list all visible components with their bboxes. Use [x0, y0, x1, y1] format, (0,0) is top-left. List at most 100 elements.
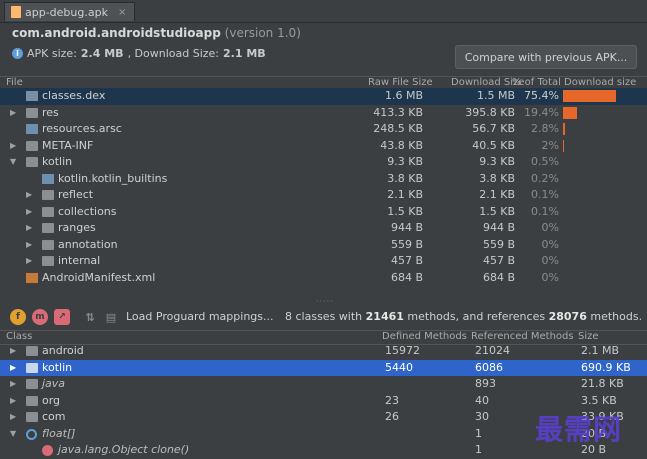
expand-arrow-icon[interactable]: ▶ — [26, 190, 32, 199]
expand-arrow-icon[interactable]: ▶ — [10, 379, 16, 388]
table-row[interactable]: ▶ kotlin 5440 6086 690.9 KB — [0, 359, 647, 376]
raw-size: 944 B — [390, 221, 423, 234]
referenced-methods: 40 — [475, 393, 489, 407]
percent-total: 0.2% — [531, 171, 559, 185]
expand-arrow-icon[interactable]: ▶ — [26, 207, 32, 216]
file-name: resources.arsc — [42, 122, 122, 135]
folder-icon — [42, 190, 54, 200]
file-name: META-INF — [42, 138, 94, 152]
percent-total: 19.4% — [524, 105, 559, 119]
class-name: com — [42, 410, 66, 423]
table-row[interactable]: AndroidManifest.xml 684 B 684 B 0% — [0, 270, 647, 287]
download-size: 9.3 KB — [479, 155, 515, 168]
class-name: android — [42, 344, 84, 357]
expand-arrow-icon[interactable]: ▶ — [26, 223, 32, 232]
col-download-size-bar[interactable]: Download size — [564, 77, 636, 88]
raw-size: 9.3 KB — [387, 155, 423, 168]
show-methods-icon[interactable]: m — [32, 309, 48, 325]
table-row[interactable]: ▶ ranges 944 B 944 B 0% — [0, 220, 647, 237]
referenced-methods: 6086 — [475, 360, 503, 374]
folder-icon — [42, 206, 54, 217]
download-size: 1.5 KB — [479, 204, 515, 218]
close-icon[interactable]: × — [118, 7, 126, 18]
expand-arrow-icon[interactable]: ▶ — [10, 412, 16, 421]
builtins-file-icon — [42, 173, 54, 184]
collapse-arrow-icon[interactable]: ▼ — [10, 157, 16, 166]
panel-splitter[interactable]: ····· — [0, 297, 647, 306]
download-size: 56.7 KB — [472, 122, 515, 135]
show-fields-icon[interactable]: f — [10, 309, 26, 325]
summary-pre: 8 classes with — [285, 310, 366, 323]
col-referenced-methods[interactable]: Referenced Methods — [471, 331, 574, 342]
info-icon: i — [12, 48, 23, 59]
download-size: 457 B — [482, 254, 515, 267]
filter-icon[interactable]: ⇅ — [82, 309, 98, 325]
download-size: 559 B — [482, 237, 515, 251]
folder-icon — [26, 157, 38, 167]
size-bar — [563, 106, 577, 119]
table-row[interactable]: ▶ annotation 559 B 559 B 0% — [0, 237, 647, 254]
package-name: com.android.androidstudioapp — [12, 26, 221, 40]
download-size: 3.8 KB — [479, 171, 515, 185]
referenced-methods: 1 — [475, 443, 482, 456]
mapping-file-icon[interactable]: ▤ — [103, 309, 119, 325]
show-references-icon[interactable]: ↗ — [54, 309, 70, 325]
apk-file-icon — [11, 6, 21, 18]
expand-arrow-icon[interactable]: ▶ — [10, 346, 16, 355]
package-icon — [26, 346, 38, 356]
col-size[interactable]: Size — [578, 331, 599, 342]
class-name: org — [42, 393, 61, 407]
expand-arrow-icon[interactable]: ▶ — [10, 108, 16, 117]
expand-arrow-icon[interactable]: ▶ — [26, 240, 32, 249]
referenced-methods: 30 — [475, 410, 489, 423]
col-raw-file-size[interactable]: Raw File Size — [368, 77, 433, 88]
col-file[interactable]: File — [6, 77, 23, 88]
table-row[interactable]: resources.arsc 248.5 KB 56.7 KB 2.8% — [0, 121, 647, 138]
table-row[interactable]: ▼ kotlin 9.3 KB 9.3 KB 0.5% — [0, 154, 647, 171]
table-row[interactable]: ▶ android 15972 21024 2.1 MB — [0, 343, 647, 360]
expand-arrow-icon[interactable]: ▶ — [10, 396, 16, 405]
collapse-arrow-icon[interactable]: ▼ — [10, 429, 16, 438]
percent-total: 75.4% — [524, 89, 559, 102]
tab-label: app-debug.apk — [25, 5, 108, 19]
percent-total: 0% — [541, 270, 559, 284]
raw-size: 43.8 KB — [380, 138, 423, 152]
expand-arrow-icon[interactable]: ▶ — [10, 363, 16, 372]
package-icon — [26, 362, 38, 373]
tab-app-debug-apk[interactable]: app-debug.apk × — [4, 2, 136, 21]
col-class[interactable]: Class — [6, 331, 32, 342]
table-row[interactable]: ▶ META-INF 43.8 KB 40.5 KB 2% — [0, 138, 647, 155]
file-name: res — [42, 105, 59, 119]
table-row[interactable]: kotlin.kotlin_builtins 3.8 KB 3.8 KB 0.2… — [0, 171, 647, 188]
dex-toolbar: f m ↗ ⇅ ▤ Load Proguard mappings... 8 cl… — [0, 304, 647, 330]
class-name: java — [42, 377, 66, 390]
compare-with-previous-apk-button[interactable]: Compare with previous APK... — [455, 45, 637, 69]
load-proguard-mappings-button[interactable]: Load Proguard mappings... — [126, 310, 274, 323]
file-name: kotlin — [42, 155, 73, 168]
percent-total: 0.1% — [531, 188, 559, 201]
table-row[interactable]: classes.dex 1.6 MB 1.5 MB 75.4% — [0, 88, 647, 105]
percent-total: 2% — [541, 138, 559, 152]
expand-arrow-icon[interactable]: ▶ — [26, 256, 32, 265]
class-icon — [26, 428, 37, 440]
col-defined-methods[interactable]: Defined Methods — [382, 331, 467, 342]
col-percent-total[interactable]: % of Total — [512, 77, 561, 88]
defined-methods: 26 — [385, 410, 399, 423]
folder-icon — [42, 223, 54, 233]
folder-icon — [26, 140, 38, 151]
table-row[interactable]: ▶ java 893 21.8 KB — [0, 376, 647, 393]
table-row[interactable]: ▶ res 413.3 KB 395.8 KB 19.4% — [0, 105, 647, 122]
class-size: 2.1 MB — [581, 344, 620, 357]
table-row[interactable]: ▶ internal 457 B 457 B 0% — [0, 253, 647, 270]
expand-arrow-icon[interactable]: ▶ — [10, 141, 16, 150]
table-row[interactable]: ▶ reflect 2.1 KB 2.1 KB 0.1% — [0, 187, 647, 204]
table-row[interactable]: ▶ collections 1.5 KB 1.5 KB 0.1% — [0, 204, 647, 221]
size-bar — [563, 139, 565, 152]
download-size-value: 2.1 MB — [223, 47, 266, 60]
folder-icon — [42, 256, 54, 266]
raw-size: 684 B — [390, 270, 423, 284]
download-size: 2.1 KB — [479, 188, 515, 201]
referenced-methods: 893 — [475, 377, 496, 390]
table-row[interactable]: ▶ org 23 40 3.5 KB — [0, 393, 647, 410]
method-icon — [42, 445, 53, 456]
